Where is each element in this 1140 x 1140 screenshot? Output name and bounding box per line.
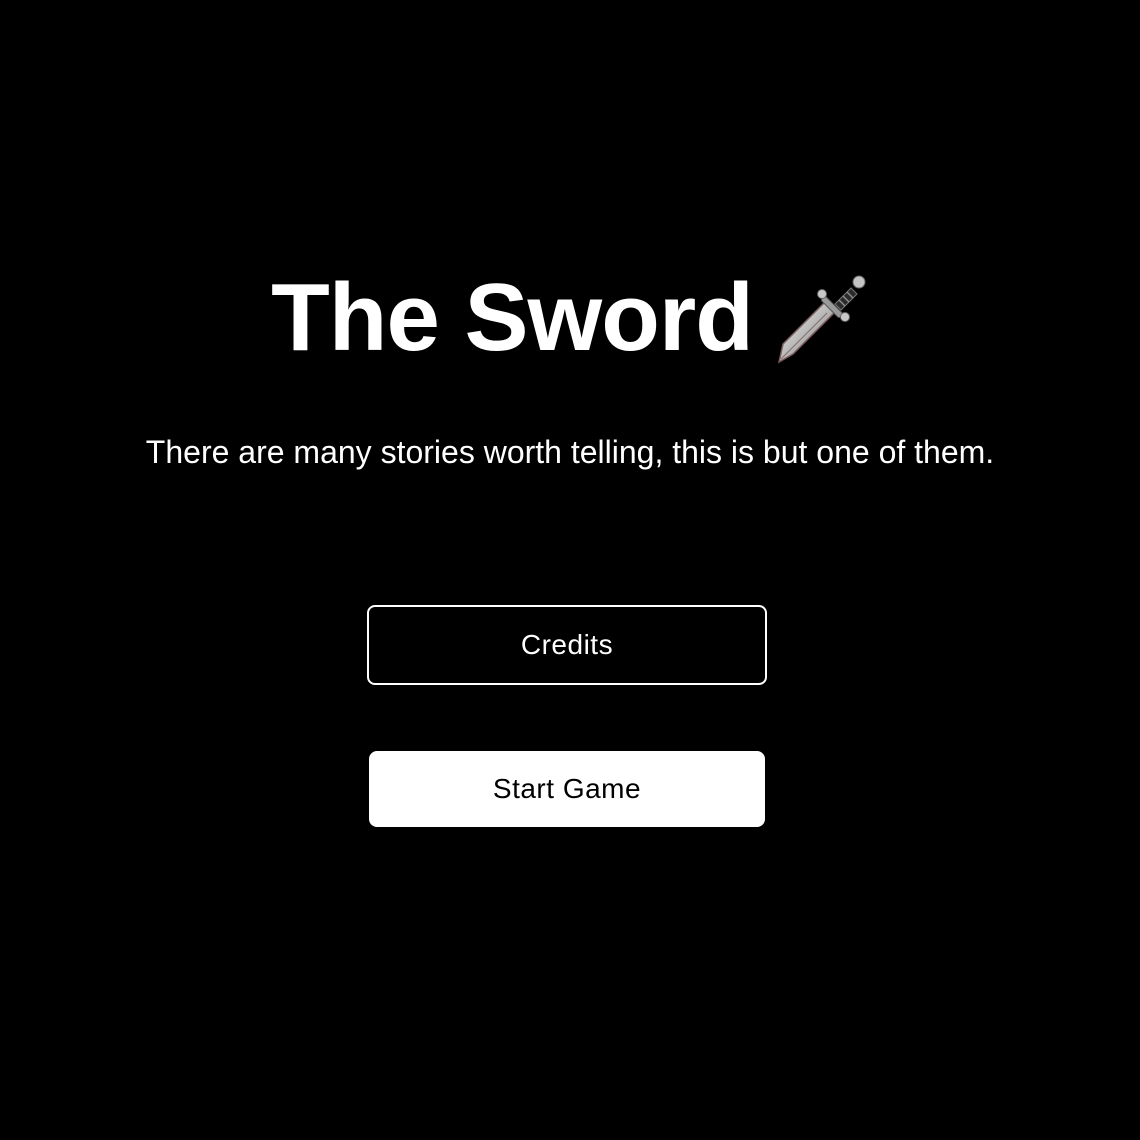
title-screen: The Sword There are many stories worth t… (0, 0, 1140, 1140)
title-row: The Sword (0, 268, 1140, 368)
tagline: There are many stories worth telling, th… (145, 434, 995, 470)
game-title: The Sword (271, 264, 754, 371)
start-game-button[interactable]: Start Game (369, 751, 765, 827)
credits-button[interactable]: Credits (367, 605, 767, 685)
dagger-icon (773, 270, 869, 366)
